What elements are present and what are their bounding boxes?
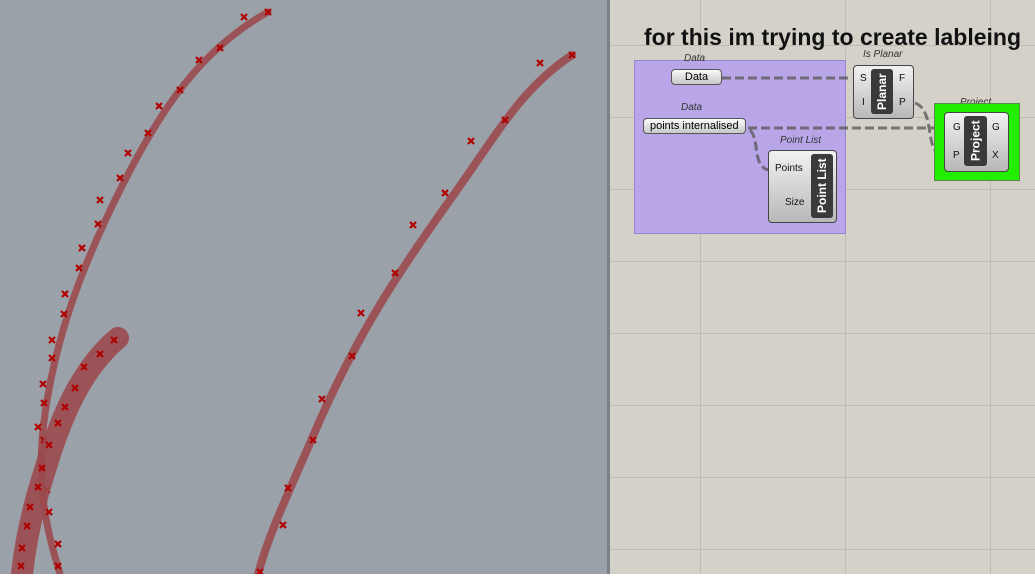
data-param-1-label: Data [684, 53, 706, 64]
input-s[interactable]: S [860, 73, 867, 84]
project-component[interactable]: G P Project G X [944, 112, 1009, 172]
point-list-label: Point List [780, 135, 822, 146]
input-p[interactable]: P [953, 150, 960, 161]
input-g[interactable]: G [953, 122, 961, 133]
output-f[interactable]: F [899, 73, 905, 84]
wire-points-to-pointlist [748, 128, 769, 172]
data-param-2[interactable]: points internalised [643, 118, 746, 134]
input-size[interactable]: Size [785, 197, 804, 208]
input-points[interactable]: Points [775, 163, 803, 174]
output-p[interactable]: P [899, 97, 906, 108]
data-param-1[interactable]: Data [671, 69, 722, 85]
is-planar-core: Planar [871, 69, 893, 114]
output-x[interactable]: X [992, 150, 999, 161]
is-planar-label: Is Planar [863, 49, 903, 60]
is-planar-component[interactable]: S I Planar F P [853, 65, 914, 119]
output-g[interactable]: G [992, 122, 1000, 133]
input-i[interactable]: I [862, 97, 865, 108]
data-param-2-label: Data [681, 102, 703, 113]
project-core: Project [964, 116, 987, 166]
point-list-core: Point List [811, 154, 833, 218]
point-list-component[interactable]: Points Size Point List [768, 150, 837, 223]
